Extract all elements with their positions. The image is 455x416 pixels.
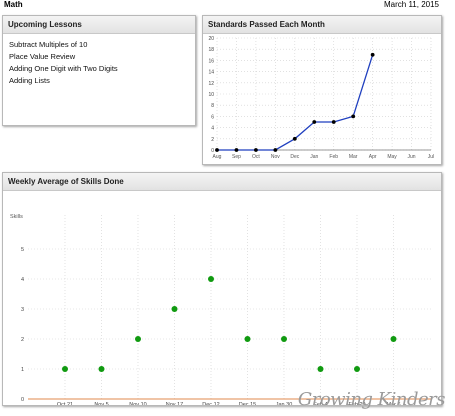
data-point	[171, 306, 178, 312]
upcoming-lessons-panel: Upcoming Lessons Subtract Multiples of 1…	[2, 15, 196, 126]
panel-title: Weekly Average of Skills Done	[3, 173, 441, 191]
x-tick-label: Feb	[329, 154, 338, 160]
data-point	[244, 336, 251, 342]
x-tick-label: Dec	[290, 154, 299, 160]
y-tick-label: 4	[211, 126, 214, 132]
x-tick-label: Jun	[408, 154, 416, 160]
y-axis-label: Skills	[10, 214, 23, 220]
data-point	[354, 366, 360, 372]
y-tick-label: 5	[21, 247, 24, 253]
y-tick-label: 10	[208, 92, 214, 98]
lesson-item[interactable]: Adding One Digit with Two Digits	[9, 63, 195, 75]
data-point	[234, 148, 239, 152]
data-point	[317, 366, 324, 372]
lesson-item[interactable]: Adding Lists	[9, 75, 195, 87]
data-point	[390, 336, 397, 342]
x-tick-label: Nov 10	[129, 402, 146, 405]
x-tick-label: Aug	[213, 154, 222, 160]
y-tick-label: 18	[208, 47, 214, 53]
x-tick-label: Nov	[271, 154, 280, 160]
y-tick-label: 3	[21, 307, 24, 313]
data-point	[215, 148, 219, 152]
standards-passed-panel: Standards Passed Each Month 0 2 4 6 8 10 12 14 1…	[202, 15, 442, 165]
watermark-text: Growing Kinders	[297, 389, 446, 410]
x-tick-label: May	[387, 154, 397, 160]
data-point	[370, 52, 375, 57]
y-tick-label: 2	[21, 337, 24, 343]
lesson-list: Subtract Multiples of 10 Place Value Rev…	[3, 34, 195, 87]
data-point	[208, 276, 214, 282]
lesson-item[interactable]: Place Value Review	[9, 51, 195, 63]
data-point	[62, 366, 68, 372]
data-point	[281, 336, 287, 342]
data-point	[312, 120, 317, 124]
data-point	[135, 336, 141, 342]
x-tick-label: Mar	[349, 154, 358, 160]
data-point	[98, 366, 105, 372]
y-tick-label: 6	[211, 114, 214, 120]
y-tick-label: 12	[208, 81, 214, 87]
y-tick-label: 0	[21, 397, 24, 403]
x-tick-label: Dec 12	[202, 402, 219, 405]
x-tick-label: Jan	[310, 154, 318, 160]
data-point	[331, 120, 336, 124]
subject-title: Math	[4, 0, 23, 9]
y-tick-label: 8	[211, 103, 214, 109]
x-tick-label: Apr	[369, 154, 377, 160]
lesson-item[interactable]: Subtract Multiples of 10	[9, 39, 195, 51]
data-point	[292, 136, 297, 141]
y-tick-label: 16	[208, 58, 214, 64]
x-tick-label: Nov 17	[166, 402, 183, 405]
data-line	[217, 54, 374, 151]
standards-line-chart: 02468101214161820Aug Sep Oct Nov Dec Jan Feb Ma…	[208, 36, 434, 160]
data-point	[273, 148, 278, 152]
y-tick-label: 2	[211, 137, 214, 143]
weekly-skills-panel: Weekly Average of Skills Done Skills 0 1 2 3…	[2, 172, 442, 408]
panel-title: Upcoming Lessons	[3, 16, 195, 34]
x-tick-label: Nov 5	[94, 402, 108, 405]
x-tick-label: Oct	[252, 154, 260, 160]
x-tick-label: Dec 15	[239, 402, 256, 405]
y-tick-label: 14	[208, 70, 214, 76]
weekly-scatter-chart: Skills 0 1 2 3 4 5 Oct 21 Nov 5 Nov 10 Nov 17 Dec 1…	[10, 214, 431, 408]
y-tick-label: 1	[21, 367, 24, 373]
x-tick-label: Oct 21	[57, 402, 73, 405]
x-tick-label: Sep	[232, 154, 241, 160]
x-tick-label: Jan 30	[276, 402, 293, 405]
data-point	[254, 148, 258, 152]
data-point	[351, 114, 356, 119]
y-tick-label: 4	[21, 277, 24, 283]
panel-title: Standards Passed Each Month	[203, 16, 441, 34]
x-tick-label: Jul	[428, 154, 434, 160]
report-date: March 11, 2015	[384, 0, 439, 9]
y-tick-label: 20	[208, 36, 214, 42]
